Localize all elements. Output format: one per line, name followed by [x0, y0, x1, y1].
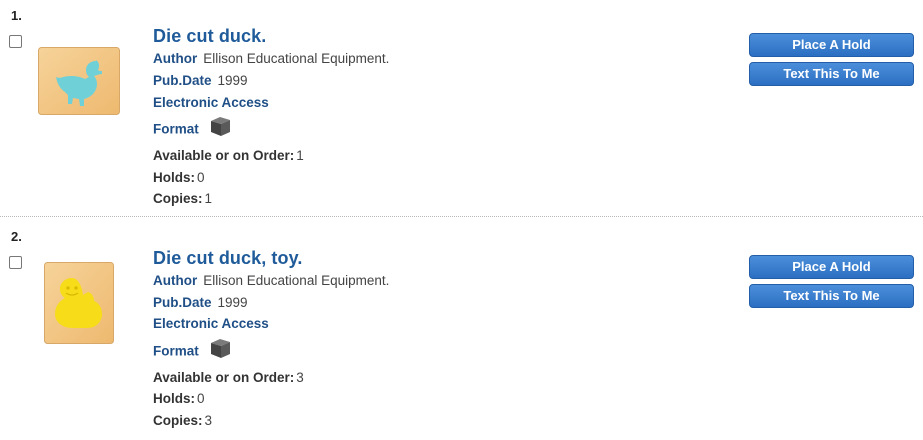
cube-icon [209, 116, 232, 140]
item-image[interactable] [44, 262, 114, 349]
author-label: Author [153, 273, 198, 288]
copies-row: Copies: 3 [153, 413, 212, 428]
pubdate-value: 1999 [217, 295, 248, 310]
electronic-access-label[interactable]: Electronic Access [153, 95, 269, 110]
copies-label: Copies: [153, 413, 203, 428]
copies-value: 3 [204, 413, 213, 428]
holds-label: Holds: [153, 170, 195, 185]
select-checkbox[interactable] [9, 256, 22, 269]
electronic-access-label[interactable]: Electronic Access [153, 316, 269, 331]
holds-row: Holds: 0 [153, 170, 205, 185]
text-this-button[interactable]: Text This To Me [749, 284, 914, 308]
author-value: Ellison Educational Equipment. [203, 51, 390, 66]
pubdate-row: Pub.Date 1999 [153, 295, 248, 310]
format-row: Format [153, 338, 232, 364]
format-row: Format [153, 116, 232, 142]
select-checkbox[interactable] [9, 35, 22, 48]
available-value: 1 [296, 148, 304, 163]
result-number: 2. [11, 229, 22, 244]
holds-label: Holds: [153, 391, 195, 406]
place-hold-button[interactable]: Place A Hold [749, 255, 914, 279]
electronic-access-link[interactable]: Electronic Access [153, 316, 269, 331]
format-label: Format [153, 121, 199, 137]
pubdate-label: Pub.Date [153, 73, 212, 88]
available-label: Available or on Order: [153, 148, 295, 163]
text-this-button[interactable]: Text This To Me [749, 62, 914, 86]
availability-row: Available or on Order: 1 [153, 148, 304, 163]
electronic-access-link[interactable]: Electronic Access [153, 95, 269, 110]
availability-row: Available or on Order: 3 [153, 370, 304, 385]
copies-label: Copies: [153, 191, 203, 206]
author-value: Ellison Educational Equipment. [203, 273, 390, 288]
item-title-link[interactable]: Die cut duck. [153, 26, 266, 47]
format-label: Format [153, 343, 199, 359]
holds-value: 0 [197, 391, 205, 406]
pubdate-value: 1999 [217, 73, 248, 88]
author-label: Author [153, 51, 198, 66]
author-row: Author Ellison Educational Equipment. [153, 273, 389, 288]
pubdate-row: Pub.Date 1999 [153, 73, 248, 88]
available-label: Available or on Order: [153, 370, 295, 385]
item-image[interactable] [38, 47, 120, 120]
copies-row: Copies: 1 [153, 191, 212, 206]
search-result: 2. Die cut duck, toy. Author Ellison Educ… [0, 221, 923, 440]
holds-row: Holds: 0 [153, 391, 205, 406]
author-row: Author Ellison Educational Equipment. [153, 51, 389, 66]
search-result: 1. Die cut duck. Author Ellison Education… [0, 0, 923, 217]
pubdate-label: Pub.Date [153, 295, 212, 310]
result-number: 1. [11, 8, 22, 23]
available-value: 3 [296, 370, 304, 385]
copies-value: 1 [204, 191, 213, 206]
item-title-link[interactable]: Die cut duck, toy. [153, 248, 303, 269]
cube-icon [209, 338, 232, 362]
holds-value: 0 [197, 170, 205, 185]
place-hold-button[interactable]: Place A Hold [749, 33, 914, 57]
